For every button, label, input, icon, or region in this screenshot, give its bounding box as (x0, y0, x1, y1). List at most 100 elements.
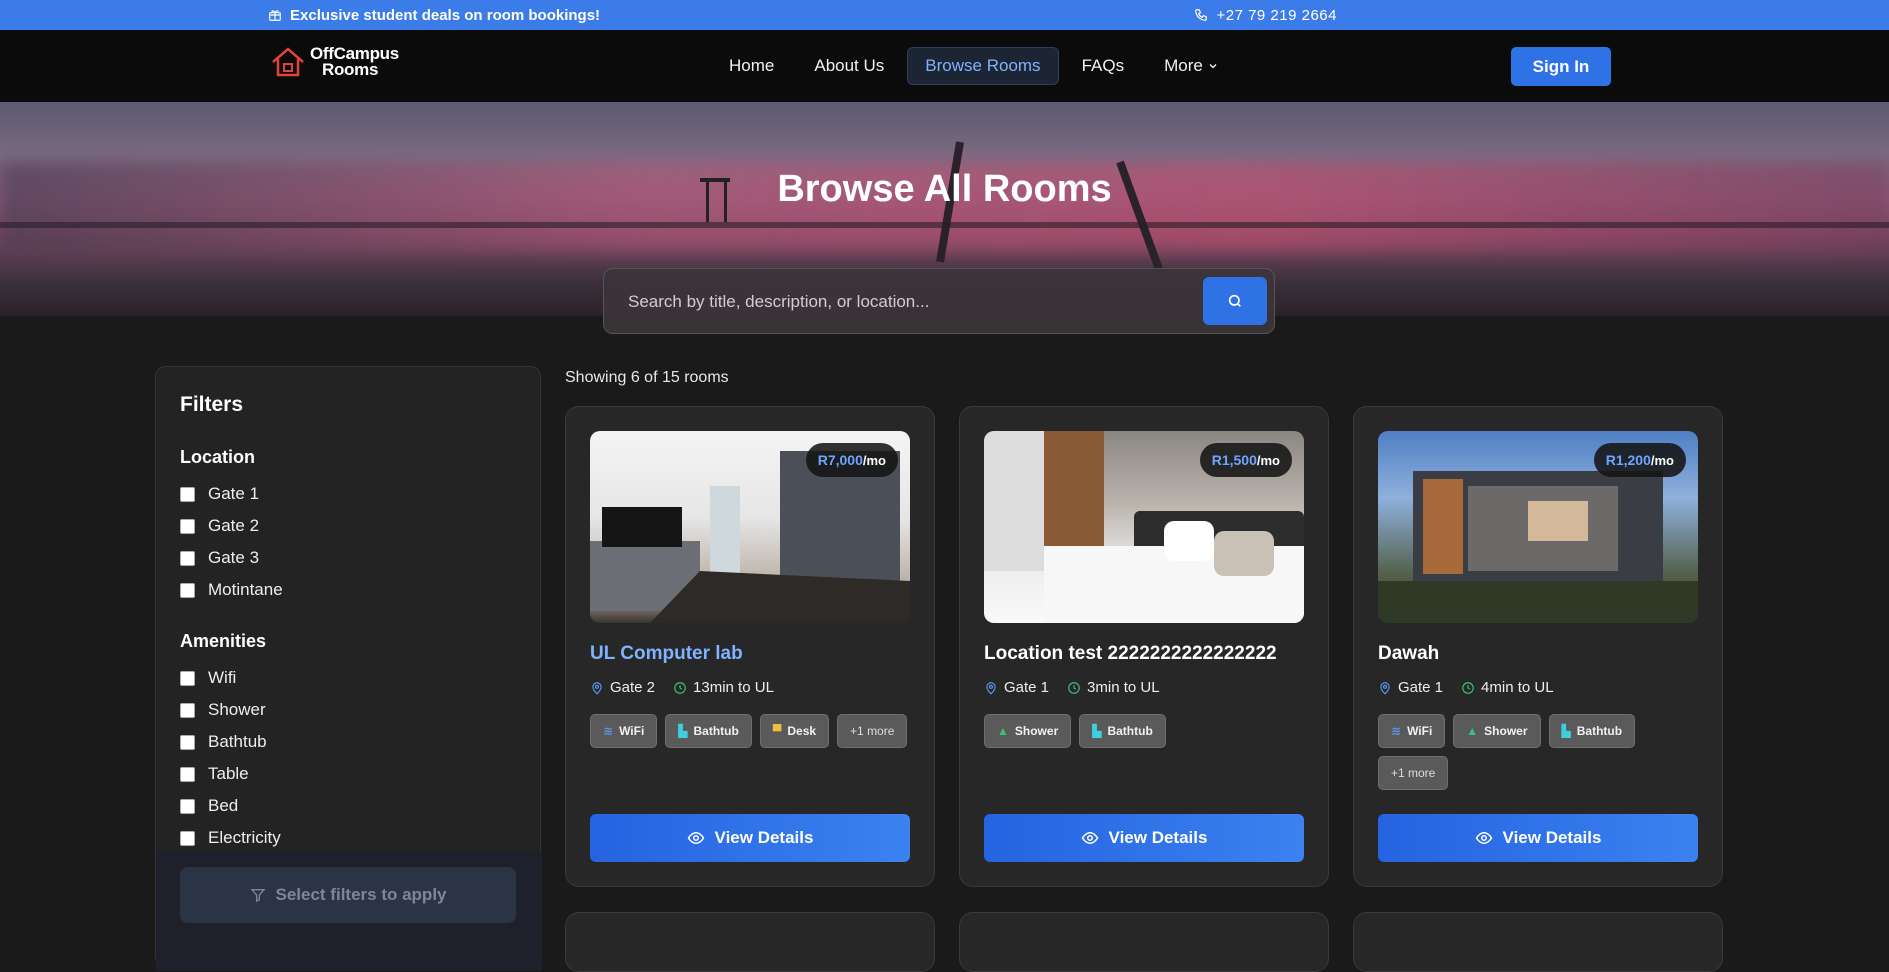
tag-label: WiFi (619, 724, 645, 738)
room-card-partial (959, 912, 1329, 972)
logo-text-2: Rooms (322, 60, 379, 79)
bathtub-icon: ▙ (1561, 724, 1571, 738)
tag-label: Desk (787, 724, 817, 738)
location-option[interactable]: Gate 3 (180, 542, 283, 574)
room-gate: Gate 1 (1398, 679, 1444, 696)
price-period: /mo (862, 452, 886, 468)
view-details-button[interactable]: View Details (1378, 814, 1698, 862)
search-input[interactable] (618, 281, 1178, 323)
chevron-down-icon (1209, 64, 1217, 69)
sign-in-button[interactable]: Sign In (1511, 47, 1611, 86)
amenity-tag: ≋ WiFi (1378, 714, 1446, 748)
more-tags-badge[interactable]: +1 more (837, 714, 908, 748)
amenity-tag: ▲ Shower (1453, 714, 1541, 748)
checkbox[interactable] (180, 702, 195, 718)
room-card: R1,500/mo Location test 2222222222222222… (959, 406, 1329, 887)
view-details-label: View Details (714, 828, 814, 847)
location-option[interactable]: Motintane (180, 574, 283, 606)
checkbox[interactable] (180, 734, 195, 750)
checkbox[interactable] (180, 830, 195, 846)
phone-number[interactable]: +27 79 219 2664 (1216, 7, 1337, 24)
amenity-tags: ≋ WiFi ▲ Shower ▙ Bathtub +1 more (1378, 714, 1708, 790)
price-value: R1,500 (1211, 452, 1257, 468)
amenity-option[interactable]: Electricity (180, 822, 281, 854)
tag-label: Shower (1484, 724, 1528, 738)
amenity-option[interactable]: Bathtub (180, 726, 281, 758)
checkbox[interactable] (180, 518, 195, 534)
view-details-button[interactable]: View Details (590, 814, 910, 862)
navbar: OffCampus Rooms Home About Us Browse Roo… (0, 30, 1889, 102)
price-badge: R1,500/mo (1199, 443, 1292, 477)
wifi-icon: ≋ (1391, 724, 1402, 738)
room-distance: 3min to UL (1087, 679, 1160, 696)
clock-icon (1462, 681, 1474, 694)
price-period: /mo (1256, 452, 1280, 468)
promo-bar: Exclusive student deals on room bookings… (0, 0, 1889, 30)
bathtub-icon: ▙ (1092, 724, 1102, 738)
house-logo-icon (272, 47, 304, 77)
eye-icon (1081, 831, 1098, 845)
nav-more[interactable]: More (1147, 47, 1236, 85)
room-image[interactable]: R1,200/mo (1378, 431, 1698, 623)
amenities-heading: Amenities (180, 631, 267, 651)
apply-filters-button[interactable]: Select filters to apply (180, 867, 516, 923)
price-period: /mo (1650, 452, 1674, 468)
option-label: Electricity (208, 828, 281, 847)
room-meta: Gate 1 4min to UL (1378, 679, 1554, 696)
amenity-tags: ▲ Shower ▙ Bathtub (984, 714, 1314, 748)
room-image[interactable]: R1,500/mo (984, 431, 1304, 623)
location-heading: Location (180, 447, 255, 467)
search-icon (1228, 294, 1241, 307)
tag-label: WiFi (1407, 724, 1433, 738)
search-button[interactable] (1203, 277, 1267, 325)
view-details-button[interactable]: View Details (984, 814, 1304, 862)
room-image[interactable]: R7,000/mo (590, 431, 910, 623)
option-label: Bed (208, 796, 239, 815)
search-bar (603, 268, 1275, 334)
amenity-tag: ▙ Bathtub (1548, 714, 1636, 748)
more-tags-badge[interactable]: +1 more (1378, 756, 1449, 790)
view-details-label: View Details (1502, 828, 1602, 847)
option-label: Motintane (208, 580, 283, 599)
nav-home[interactable]: Home (712, 47, 791, 85)
price-badge: R7,000/mo (805, 443, 898, 477)
option-label: Gate 3 (208, 548, 260, 567)
location-option[interactable]: Gate 1 (180, 478, 283, 510)
amenity-option[interactable]: Wifi (180, 662, 281, 694)
amenity-option[interactable]: Table (180, 758, 281, 790)
price-badge: R1,200/mo (1593, 443, 1686, 477)
room-meta: Gate 1 3min to UL (984, 679, 1160, 696)
nav-faqs[interactable]: FAQs (1065, 47, 1142, 85)
room-title[interactable]: UL Computer lab (590, 643, 743, 665)
checkbox[interactable] (180, 670, 195, 686)
checkbox[interactable] (180, 766, 195, 782)
wifi-icon: ≋ (603, 724, 614, 738)
clock-icon (1068, 681, 1080, 694)
checkbox[interactable] (180, 486, 195, 502)
room-card: R7,000/mo UL Computer lab Gate 2 13min t… (565, 406, 935, 887)
location-option[interactable]: Gate 2 (180, 510, 283, 542)
filters-panel: Filters Location Gate 1 Gate 2 Gate 3 Mo… (155, 366, 542, 971)
checkbox[interactable] (180, 582, 195, 598)
apply-filters-bar: Select filters to apply (156, 851, 542, 971)
shower-icon: ▲ (1466, 724, 1479, 738)
room-title[interactable]: Location test 2222222222222222 (984, 643, 1277, 665)
option-label: Gate 2 (208, 516, 260, 535)
option-label: Table (208, 764, 249, 783)
eye-icon (687, 831, 704, 845)
location-pin-icon (986, 681, 996, 695)
amenity-option[interactable]: Bed (180, 790, 281, 822)
amenity-tag: ▲ Shower (984, 714, 1072, 748)
nav-about-us[interactable]: About Us (797, 47, 901, 85)
shower-icon: ▲ (997, 724, 1009, 738)
desk-icon: ▀ (772, 724, 782, 738)
room-distance: 4min to UL (1481, 679, 1554, 696)
checkbox[interactable] (180, 798, 195, 814)
logo[interactable]: OffCampus Rooms (270, 44, 399, 80)
checkbox[interactable] (180, 550, 195, 566)
room-title[interactable]: Dawah (1378, 643, 1439, 665)
nav-browse-rooms[interactable]: Browse Rooms (907, 47, 1059, 85)
apply-filters-label: Select filters to apply (275, 885, 447, 904)
location-pin-icon (1380, 681, 1390, 695)
amenity-option[interactable]: Shower (180, 694, 281, 726)
